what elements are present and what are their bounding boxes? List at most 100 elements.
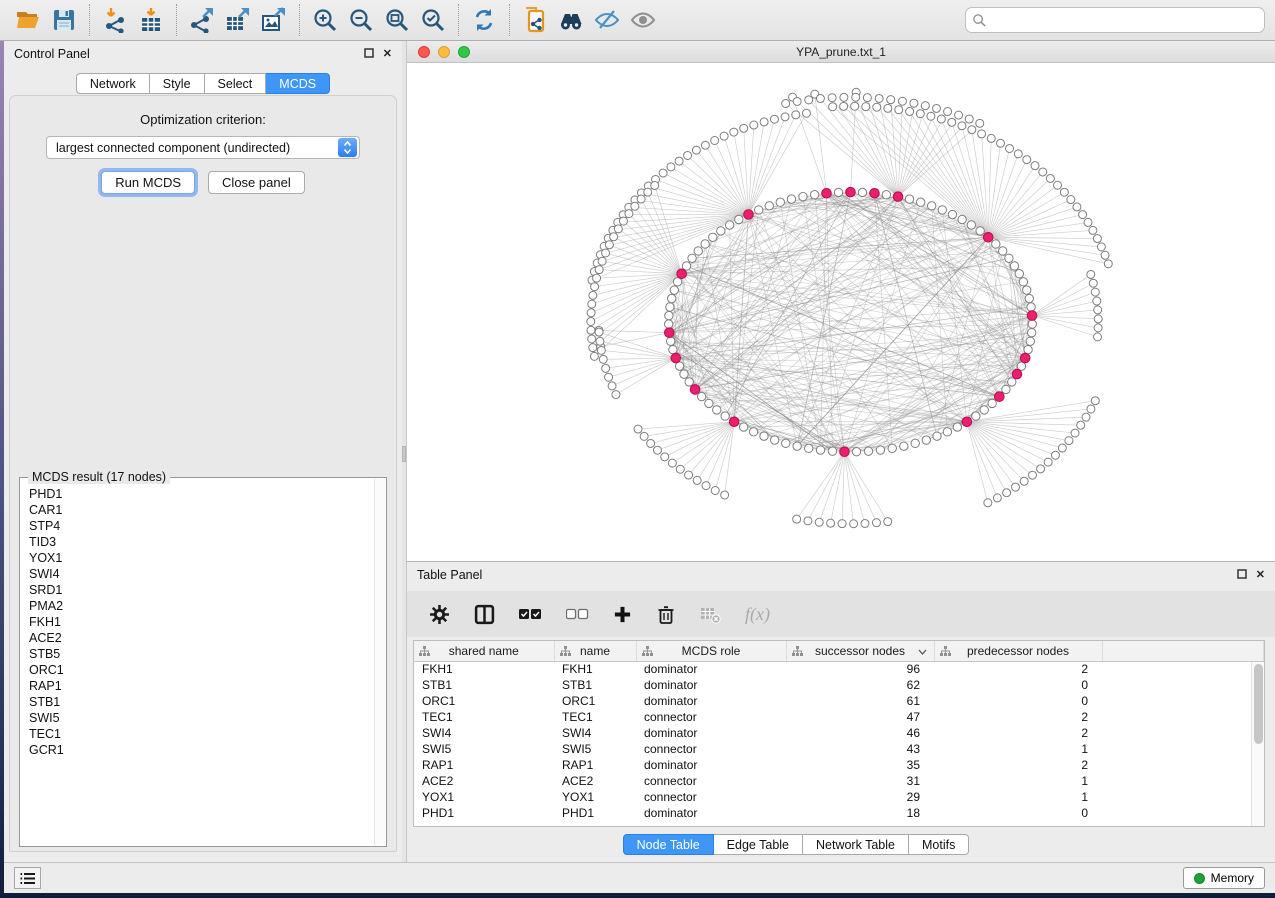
cell-predecessor-nodes: 2	[934, 725, 1102, 741]
toolbar-separator	[89, 4, 90, 36]
float-table-panel-icon[interactable]	[1237, 569, 1247, 581]
result-item[interactable]: STP4	[29, 518, 377, 534]
network-canvas[interactable]	[407, 63, 1275, 561]
run-mcds-button[interactable]: Run MCDS	[101, 171, 195, 194]
result-item[interactable]: FKH1	[29, 614, 377, 630]
result-scrollbar[interactable]	[374, 479, 385, 845]
network-graph[interactable]	[407, 63, 1275, 561]
table-row[interactable]: SWI5SWI5connector431	[414, 741, 1264, 757]
result-item[interactable]: ACE2	[29, 630, 377, 646]
close-table-panel-icon[interactable]: ✕	[1256, 570, 1265, 580]
show-columns-icon[interactable]	[474, 602, 495, 626]
splitter-handle[interactable]	[402, 446, 406, 462]
share-document-icon[interactable]	[517, 2, 553, 38]
result-item[interactable]: SWI5	[29, 710, 377, 726]
tab-network-table[interactable]: Network Table	[803, 834, 909, 855]
application-window: Control Panel ✕ NetworkStyleSelectMCDS O…	[0, 0, 1275, 893]
cell-predecessor-nodes: 2	[934, 661, 1102, 677]
panel-splitter[interactable]	[402, 41, 406, 862]
refresh-layout-icon[interactable]	[466, 2, 502, 38]
table-row[interactable]: TEC1TEC1connector472	[414, 709, 1264, 725]
result-item[interactable]: CAR1	[29, 502, 377, 518]
import-network-icon[interactable]	[97, 2, 133, 38]
cell-MCDS-role: connector	[636, 773, 786, 789]
mcds-tab-content: Optimization criterion: largest connecte…	[9, 95, 397, 852]
cell-shared-name: FKH1	[414, 661, 554, 677]
table-row[interactable]: PHD1PHD1dominator180	[414, 805, 1264, 821]
zoom-fit-icon[interactable]	[379, 2, 415, 38]
cell-shared-name: RAP1	[414, 757, 554, 773]
tab-select[interactable]: Select	[205, 73, 267, 94]
cell-predecessor-nodes: 2	[934, 757, 1102, 773]
table-row[interactable]: STB1STB1dominator620	[414, 677, 1264, 693]
result-item[interactable]: ORC1	[29, 662, 377, 678]
open-folder-icon[interactable]	[10, 2, 46, 38]
import-table-icon[interactable]	[133, 2, 169, 38]
criterion-dropdown[interactable]: largest connected component (undirected)	[46, 136, 360, 159]
float-panel-icon[interactable]	[364, 48, 374, 60]
column-header-name[interactable]: name	[554, 641, 636, 661]
result-item[interactable]: STB1	[29, 694, 377, 710]
tab-style[interactable]: Style	[150, 73, 205, 94]
table-settings-gear-icon[interactable]	[429, 602, 450, 626]
tab-network[interactable]: Network	[76, 73, 150, 94]
toolbar-separator	[509, 4, 510, 36]
add-column-icon[interactable]	[613, 602, 632, 626]
save-icon[interactable]	[46, 2, 82, 38]
console-button[interactable]	[14, 867, 41, 889]
scrollbar-thumb[interactable]	[1254, 664, 1263, 744]
cell-filler	[1102, 741, 1264, 757]
result-item[interactable]: PHD1	[29, 486, 377, 502]
result-item[interactable]: SWI4	[29, 566, 377, 582]
result-item[interactable]: TEC1	[29, 726, 377, 742]
table-row[interactable]: ORC1ORC1dominator610	[414, 693, 1264, 709]
cell-successor-nodes: 61	[786, 693, 934, 709]
result-item[interactable]: PMA2	[29, 598, 377, 614]
column-header-MCDS-role[interactable]: MCDS role	[636, 641, 786, 661]
show-all-icon[interactable]	[625, 2, 661, 38]
result-item[interactable]: GCR1	[29, 742, 377, 758]
window-minimize-icon[interactable]	[438, 46, 450, 58]
table-row[interactable]: RAP1RAP1dominator352	[414, 757, 1264, 773]
close-panel-button[interactable]: Close panel	[208, 171, 305, 194]
cell-shared-name: PHD1	[414, 805, 554, 821]
export-image-icon[interactable]	[256, 2, 292, 38]
table-row[interactable]: ACE2ACE2connector311	[414, 773, 1264, 789]
table-row[interactable]: FKH1FKH1dominator962	[414, 661, 1264, 677]
list-icon	[20, 872, 36, 885]
table-row[interactable]: YOX1YOX1connector291	[414, 789, 1264, 805]
table-row[interactable]: SWI4SWI4dominator462	[414, 725, 1264, 741]
tab-motifs[interactable]: Motifs	[909, 834, 969, 855]
memory-button[interactable]: Memory	[1183, 867, 1265, 889]
tab-mcds[interactable]: MCDS	[266, 73, 330, 94]
export-network-icon[interactable]	[184, 2, 220, 38]
deselect-all-icon[interactable]	[566, 602, 589, 626]
zoom-selected-icon[interactable]	[415, 2, 451, 38]
select-all-icon[interactable]	[519, 602, 542, 626]
column-header-predecessor-nodes[interactable]: predecessor nodes	[934, 641, 1102, 661]
delete-column-icon[interactable]	[656, 602, 676, 626]
result-item[interactable]: RAP1	[29, 678, 377, 694]
export-table-icon[interactable]	[220, 2, 256, 38]
column-header-successor-nodes[interactable]: successor nodes	[786, 641, 934, 661]
table-scrollbar[interactable]	[1251, 662, 1264, 826]
zoom-in-icon[interactable]	[307, 2, 343, 38]
network-window-titlebar[interactable]: YPA_prune.txt_1	[407, 41, 1275, 63]
hide-selected-icon[interactable]	[589, 2, 625, 38]
close-panel-icon[interactable]: ✕	[383, 49, 392, 59]
cell-filler	[1102, 709, 1264, 725]
zoom-out-icon[interactable]	[343, 2, 379, 38]
window-zoom-icon[interactable]	[458, 46, 470, 58]
result-item[interactable]: TID3	[29, 534, 377, 550]
search-input[interactable]	[991, 13, 1258, 27]
result-item[interactable]: SRD1	[29, 582, 377, 598]
table-panel: Table Panel ✕	[406, 561, 1275, 862]
result-item[interactable]: STB5	[29, 646, 377, 662]
window-close-icon[interactable]	[418, 46, 430, 58]
column-header-shared-name[interactable]: shared name	[414, 641, 554, 661]
result-item[interactable]: YOX1	[29, 550, 377, 566]
tab-node-table[interactable]: Node Table	[623, 834, 714, 855]
optimization-criterion-label: Optimization criterion:	[140, 112, 266, 127]
tab-edge-table[interactable]: Edge Table	[714, 834, 803, 855]
search-network-icon[interactable]	[553, 2, 589, 38]
